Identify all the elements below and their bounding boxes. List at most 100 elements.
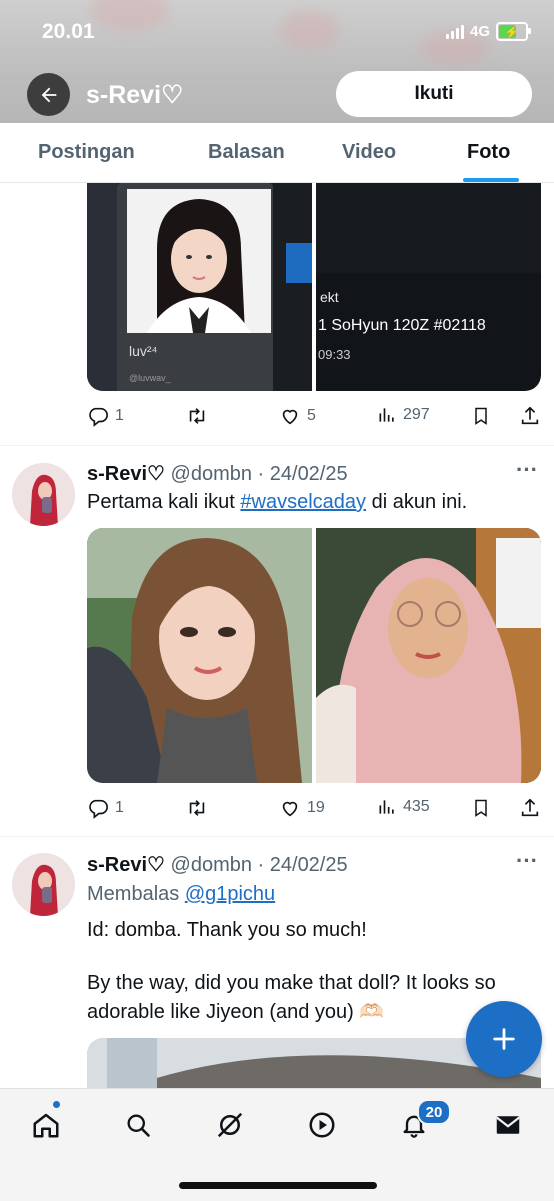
bookmark-button[interactable] bbox=[471, 797, 491, 819]
mail-icon bbox=[496, 1116, 520, 1134]
back-arrow-icon bbox=[41, 87, 56, 102]
compose-button[interactable] bbox=[466, 1001, 542, 1077]
back-button[interactable] bbox=[27, 73, 70, 116]
header-background-blur bbox=[280, 10, 340, 50]
view-count: 297 bbox=[403, 406, 430, 423]
avatar-image bbox=[12, 853, 75, 916]
like-icon bbox=[282, 801, 298, 817]
media-bg-panel bbox=[286, 243, 312, 283]
signal-icon bbox=[445, 24, 464, 39]
post-text-part: di akun ini. bbox=[366, 491, 468, 513]
like-button[interactable]: 5 bbox=[279, 405, 316, 427]
post-text: Pertama kali ikut #wavselcaday di akun i… bbox=[87, 488, 527, 517]
media-bg-panel bbox=[316, 183, 541, 273]
post-actions: 1 19 435 bbox=[87, 797, 542, 823]
replying-to: Membalas @g1pichu bbox=[87, 880, 527, 909]
hashtag-link[interactable]: #wavselcaday bbox=[240, 491, 366, 513]
profile-title: s-Revi♡ bbox=[86, 81, 184, 109]
reply-button[interactable]: 1 bbox=[87, 405, 124, 427]
share-icon bbox=[521, 406, 539, 425]
nav-home[interactable] bbox=[28, 1107, 64, 1143]
like-icon bbox=[282, 409, 298, 425]
reply-icon bbox=[89, 799, 108, 819]
view-count: 435 bbox=[403, 798, 430, 815]
home-unread-dot bbox=[53, 1101, 60, 1108]
header-background-blur bbox=[90, 0, 170, 30]
share-icon bbox=[521, 798, 539, 817]
nav-search[interactable] bbox=[120, 1107, 156, 1143]
more-icon[interactable]: ··· bbox=[516, 457, 538, 483]
nav-grok[interactable] bbox=[212, 1107, 248, 1143]
views-button[interactable]: 435 bbox=[377, 797, 430, 817]
card-handle: @luvwav_ bbox=[129, 373, 171, 383]
post-divider bbox=[0, 445, 554, 446]
battery-icon: ⚡ bbox=[496, 22, 531, 41]
post-meta: @dombn · 24/02/25 bbox=[170, 463, 348, 485]
selfie-photo bbox=[87, 528, 312, 783]
replying-prefix: Membalas bbox=[87, 883, 185, 905]
profile-header: 20.01 4G ⚡ s-Revi♡ Ikuti bbox=[0, 0, 554, 123]
tab-posts[interactable]: Postingan bbox=[38, 141, 135, 164]
tab-photos[interactable]: Foto bbox=[467, 141, 510, 164]
active-tab-indicator bbox=[463, 178, 519, 182]
selfie-photo bbox=[316, 528, 541, 783]
media-image-right[interactable] bbox=[316, 528, 541, 783]
like-count: 5 bbox=[307, 407, 316, 424]
post-actions: 1 5 297 bbox=[87, 405, 542, 431]
media-text-line1: ekt bbox=[320, 289, 339, 305]
mention-link[interactable]: @g1pichu bbox=[185, 883, 275, 905]
share-button[interactable] bbox=[519, 797, 541, 819]
more-icon[interactable]: ··· bbox=[516, 848, 538, 874]
like-button[interactable]: 19 bbox=[279, 797, 325, 819]
bookmark-icon bbox=[475, 407, 487, 425]
status-indicators: 4G ⚡ bbox=[445, 22, 531, 41]
tab-replies[interactable]: Balasan bbox=[208, 141, 285, 164]
search-icon bbox=[127, 1114, 150, 1137]
post-text-part: Pertama kali ikut bbox=[87, 491, 241, 513]
post-divider bbox=[0, 836, 554, 837]
nav-messages[interactable] bbox=[490, 1107, 526, 1143]
views-icon bbox=[379, 408, 394, 422]
nav-video[interactable] bbox=[304, 1107, 340, 1143]
retweet-icon bbox=[189, 408, 205, 424]
retweet-button[interactable] bbox=[185, 405, 209, 427]
views-button[interactable]: 297 bbox=[377, 405, 430, 425]
display-name: s-Revi♡ bbox=[87, 854, 165, 876]
post-media[interactable] bbox=[87, 528, 541, 783]
media-image-left[interactable] bbox=[87, 528, 312, 783]
post-author[interactable]: s-Revi♡ @dombn · 24/02/25 bbox=[87, 852, 348, 877]
avatar[interactable] bbox=[12, 853, 75, 916]
retweet-button[interactable] bbox=[185, 797, 209, 819]
card-name: luv²⁴ bbox=[129, 343, 158, 359]
post-text-paragraph: By the way, did you make that doll? It l… bbox=[87, 972, 496, 1023]
views-icon bbox=[379, 800, 394, 814]
id-card: luv²⁴ @luvwav_ bbox=[117, 183, 273, 391]
reply-icon bbox=[89, 407, 108, 427]
media-image-right[interactable]: ekt 1 SoHyun 120Z #02118 09:33 bbox=[316, 183, 541, 391]
media-text-line3: 09:33 bbox=[318, 347, 351, 362]
display-name: s-Revi♡ bbox=[87, 463, 165, 485]
avatar[interactable] bbox=[12, 463, 75, 526]
play-icon bbox=[309, 1112, 335, 1138]
retweet-icon bbox=[189, 800, 205, 816]
reply-count: 1 bbox=[115, 799, 124, 816]
post-author[interactable]: s-Revi♡ @dombn · 24/02/25 bbox=[87, 461, 348, 486]
reply-button[interactable]: 1 bbox=[87, 797, 124, 819]
network-label: 4G bbox=[469, 23, 490, 40]
home-icon bbox=[33, 1113, 59, 1138]
home-indicator[interactable] bbox=[179, 1182, 377, 1189]
share-button[interactable] bbox=[519, 405, 541, 427]
post-text-line: Id: domba. Thank you so much! bbox=[87, 919, 367, 941]
follow-button[interactable]: Ikuti bbox=[336, 71, 532, 117]
post-meta: @dombn · 24/02/25 bbox=[170, 854, 348, 876]
media-image-left[interactable]: luv²⁴ @luvwav_ bbox=[87, 183, 312, 391]
avatar-image bbox=[12, 463, 75, 526]
bookmark-icon bbox=[475, 799, 487, 817]
grok-icon bbox=[217, 1112, 243, 1138]
tab-video[interactable]: Video bbox=[342, 141, 396, 164]
notification-badge: 20 bbox=[417, 1099, 451, 1125]
bookmark-button[interactable] bbox=[471, 405, 491, 427]
post-media[interactable]: luv²⁴ @luvwav_ ekt 1 SoHyun 120Z #02118 … bbox=[87, 183, 541, 391]
reply-count: 1 bbox=[115, 407, 124, 424]
media-bg-panel bbox=[87, 183, 117, 391]
